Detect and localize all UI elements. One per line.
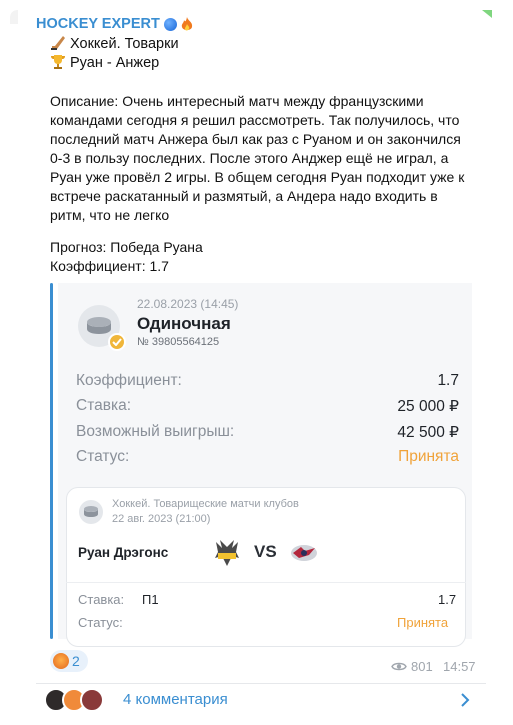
trophy-icon <box>51 55 65 69</box>
status-label: Статус: <box>76 448 130 465</box>
team-home: Руан Дрэгонс <box>78 545 169 560</box>
coefficient-label: Коэффициент: <box>76 372 182 389</box>
match-datetime: 22 авг. 2023 (21:00) <box>112 513 211 525</box>
reaction-count: 2 <box>72 653 80 669</box>
commenter-avatars[interactable] <box>44 688 112 712</box>
coefficient-value: 1.7 <box>437 372 459 389</box>
eye-icon <box>391 662 407 671</box>
match-status-value: Принята <box>397 615 449 630</box>
bet-datetime: 22.08.2023 (14:45) <box>137 297 239 311</box>
match-stake-coef: 1.7 <box>438 592 457 607</box>
post-time: 14:57 <box>443 659 476 674</box>
forecast-text: Прогноз: Победа Руана <box>50 239 203 255</box>
left-margin <box>0 0 14 725</box>
fire-icon <box>181 16 192 30</box>
sport-text: Хоккей. Товарки <box>70 36 179 52</box>
channel-name[interactable]: HOCKEY EXPERT <box>36 16 193 32</box>
channel-title[interactable]: HOCKEY EXPERT <box>36 16 160 32</box>
description-line: ритм, что не легко <box>50 207 170 223</box>
match-stake-label: Ставка: <box>78 592 125 607</box>
chevron-right-icon[interactable] <box>458 692 472 708</box>
corner-mark-icon <box>482 10 492 18</box>
coefficient-text: Коэффициент: 1.7 <box>50 258 169 274</box>
match-line: Руан - Анжер <box>50 54 159 73</box>
angers-logo-icon <box>291 545 317 561</box>
stake-label: Ставка: <box>76 397 132 414</box>
description-line: Руан уже провёл 2 игры. В общем сегодня … <box>50 169 465 185</box>
description: Описание: Очень интересный матч между фр… <box>50 92 465 225</box>
media-accent-bar <box>50 283 53 639</box>
dragons-logo-icon <box>215 540 239 566</box>
check-badge-icon <box>108 333 126 351</box>
avatar <box>80 688 104 712</box>
description-line: встрече раскатанный и размятый, а Андера… <box>50 188 438 204</box>
description-line: последний матч Анжера был как раз с Руан… <box>50 131 461 147</box>
angry-face-icon <box>53 653 69 669</box>
views-count: 801 <box>411 659 433 674</box>
comments-separator <box>36 683 486 684</box>
blue-circle-icon <box>163 17 177 31</box>
bet-number: № 39805564125 <box>137 336 220 348</box>
possible-win-value: 42 500 ₽ <box>397 424 459 441</box>
puck-small-icon <box>79 500 103 524</box>
stake-value: 25 000 ₽ <box>397 398 459 415</box>
divider <box>66 582 466 583</box>
description-line: 0-3 в пользу последних. После этого Андж… <box>50 150 449 166</box>
league-name: Хоккей. Товарищеские матчи клубов <box>112 498 299 510</box>
bet-type: Одиночная <box>137 314 231 333</box>
forecast-block: Прогноз: Победа Руана Коэффициент: 1.7 <box>50 238 203 276</box>
versus-text: VS <box>254 542 277 561</box>
match-stake-outcome: П1 <box>142 592 159 607</box>
bubble-tail-icon <box>10 10 18 24</box>
status-value: Принята <box>398 448 459 465</box>
reaction-chip[interactable]: 2 <box>50 650 88 672</box>
description-line: Описание: Очень интересный матч между фр… <box>50 93 424 109</box>
match-text: Руан - Анжер <box>70 55 160 71</box>
possible-win-label: Возможный выигрыш: <box>76 423 235 440</box>
sport-line: Хоккей. Товарки <box>50 35 179 54</box>
comments-link[interactable]: 4 комментария <box>123 691 228 708</box>
views-counter: 801 <box>391 659 433 674</box>
match-status-label: Статус: <box>78 615 123 630</box>
hockey-stick-icon <box>51 36 65 50</box>
description-line: командами сегодня я решил рассмотреть. Т… <box>50 112 460 128</box>
